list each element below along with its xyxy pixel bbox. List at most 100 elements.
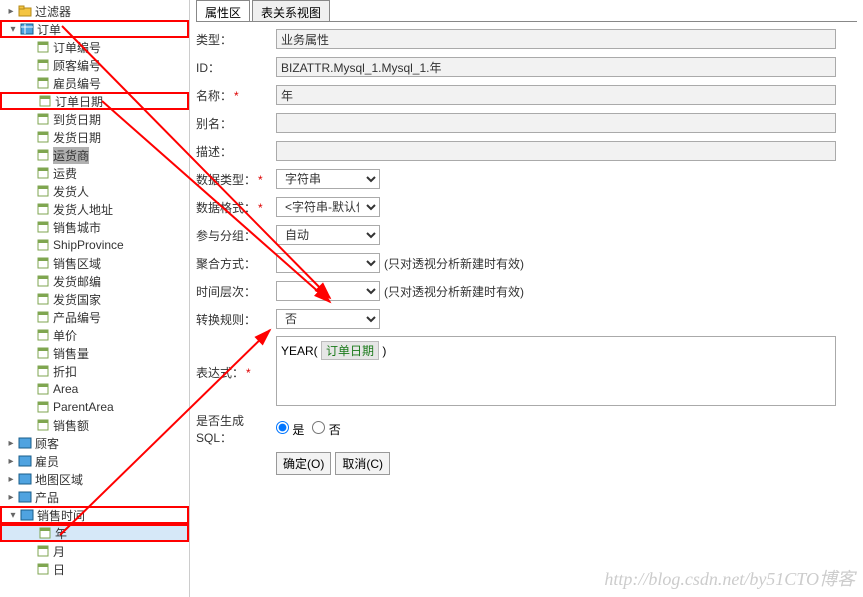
radio-yes[interactable]: 是 bbox=[276, 421, 304, 438]
tree-label: 顾客编号 bbox=[53, 57, 101, 74]
input-id[interactable] bbox=[276, 57, 836, 77]
field-icon bbox=[36, 238, 50, 252]
tree-item-field[interactable]: 到货日期 bbox=[0, 110, 189, 128]
tree-item-field[interactable]: Area bbox=[0, 380, 189, 398]
tree-label: 运货商 bbox=[53, 147, 89, 164]
label-agg: 聚合方式： bbox=[196, 255, 276, 272]
tree-item-filter[interactable]: ▸ 过滤器 bbox=[0, 2, 189, 20]
select-time[interactable] bbox=[276, 281, 380, 301]
tree-item-field[interactable]: 发货国家 bbox=[0, 290, 189, 308]
radio-no[interactable]: 否 bbox=[312, 421, 340, 438]
field-icon bbox=[36, 130, 50, 144]
tree-label: 地图区域 bbox=[35, 471, 83, 488]
tree-item-field[interactable]: 销售额 bbox=[0, 416, 189, 434]
tree-item-field[interactable]: 订单编号 bbox=[0, 38, 189, 56]
tree-item-field[interactable]: 销售城市 bbox=[0, 218, 189, 236]
tree-item-field[interactable]: 销售区域 bbox=[0, 254, 189, 272]
tree-item-field[interactable]: 日 bbox=[0, 560, 189, 578]
tree-item-sale-time[interactable]: ▾ 销售时间 bbox=[0, 506, 189, 524]
field-icon bbox=[36, 544, 50, 558]
label-sql: 是否生成SQL： bbox=[196, 412, 276, 446]
hint-time: (只对透视分析新建时有效) bbox=[384, 283, 524, 300]
tree-label: 产品 bbox=[35, 489, 59, 506]
tree-item-field[interactable]: ShipProvince bbox=[0, 236, 189, 254]
field-icon bbox=[36, 76, 50, 90]
label-group: 参与分组： bbox=[196, 227, 276, 244]
select-dformat[interactable]: <字符串-默认值> bbox=[276, 197, 380, 217]
tab-relation[interactable]: 表关系视图 bbox=[252, 0, 330, 21]
tree-item-field[interactable]: 销售量 bbox=[0, 344, 189, 362]
input-alias[interactable] bbox=[276, 113, 836, 133]
tree-item-field[interactable]: 折扣 bbox=[0, 362, 189, 380]
tree-item-customer[interactable]: ▸ 顾客 bbox=[0, 434, 189, 452]
chevron-down-icon: ▾ bbox=[8, 510, 18, 520]
table-icon bbox=[20, 22, 34, 36]
chevron-right-icon: ▸ bbox=[6, 474, 16, 484]
expr-field-tag[interactable]: 订单日期 bbox=[321, 341, 379, 360]
cancel-button[interactable]: 取消(C) bbox=[335, 452, 390, 475]
folder-icon bbox=[18, 4, 32, 18]
tree-item-field[interactable]: 订单日期 bbox=[0, 92, 189, 110]
input-type[interactable] bbox=[276, 29, 836, 49]
field-icon bbox=[36, 112, 50, 126]
field-icon bbox=[36, 418, 50, 432]
chevron-down-icon: ▾ bbox=[8, 24, 18, 34]
tree-label: 过滤器 bbox=[35, 3, 71, 20]
tree-item-field[interactable]: 顾客编号 bbox=[0, 56, 189, 74]
tree-label: Area bbox=[53, 382, 78, 396]
tree-item-field[interactable]: 产品编号 bbox=[0, 308, 189, 326]
tree-label: 产品编号 bbox=[53, 309, 101, 326]
field-icon bbox=[36, 184, 50, 198]
tree-label: 运费 bbox=[53, 165, 77, 182]
tree-item-product[interactable]: ▸ 产品 bbox=[0, 488, 189, 506]
label-conv: 转换规则： bbox=[196, 311, 276, 328]
tree-item-field[interactable]: 运费 bbox=[0, 164, 189, 182]
tree-item-order[interactable]: ▾ 订单 bbox=[0, 20, 189, 38]
input-desc[interactable] bbox=[276, 141, 836, 161]
label-id: ID： bbox=[196, 59, 276, 76]
chevron-right-icon: ▸ bbox=[6, 492, 16, 502]
field-icon bbox=[36, 166, 50, 180]
select-conv[interactable]: 否 bbox=[276, 309, 380, 329]
tree-item-employee[interactable]: ▸ 雇员 bbox=[0, 452, 189, 470]
field-icon bbox=[36, 148, 50, 162]
tree-label: 订单 bbox=[37, 21, 61, 38]
tree-item-field[interactable]: 运货商 bbox=[0, 146, 189, 164]
tree-label: 销售城市 bbox=[53, 219, 101, 236]
chevron-right-icon: ▸ bbox=[6, 438, 16, 448]
expr-close: ) bbox=[382, 344, 386, 358]
label-name: 名称：* bbox=[196, 87, 276, 104]
expr-box[interactable]: YEAR( 订单日期 ) bbox=[276, 336, 836, 406]
tree-label: 发货国家 bbox=[53, 291, 101, 308]
table-icon bbox=[20, 508, 34, 522]
tree-item-field[interactable]: 发货邮编 bbox=[0, 272, 189, 290]
tree-item-field[interactable]: 雇员编号 bbox=[0, 74, 189, 92]
label-desc: 描述： bbox=[196, 143, 276, 160]
tree-item-field[interactable]: 发货人 bbox=[0, 182, 189, 200]
ok-button[interactable]: 确定(O) bbox=[276, 452, 331, 475]
input-name[interactable] bbox=[276, 85, 836, 105]
tree-item-field[interactable]: 月 bbox=[0, 542, 189, 560]
field-icon bbox=[36, 364, 50, 378]
tree-item-field[interactable]: 发货日期 bbox=[0, 128, 189, 146]
watermark: http://blog.csdn.net/by51CTO博客 bbox=[604, 565, 855, 591]
tab-props[interactable]: 属性区 bbox=[196, 0, 250, 21]
tree-label: 月 bbox=[53, 543, 65, 560]
tree-item-field[interactable]: ParentArea bbox=[0, 398, 189, 416]
field-icon bbox=[36, 310, 50, 324]
tree-label: ParentArea bbox=[53, 400, 114, 414]
select-group[interactable]: 自动 bbox=[276, 225, 380, 245]
select-agg[interactable] bbox=[276, 253, 380, 273]
tree-label: 发货日期 bbox=[53, 129, 101, 146]
tabs: 属性区 表关系视图 bbox=[196, 0, 857, 22]
tree-label: 订单日期 bbox=[55, 93, 103, 110]
tree-item-map-region[interactable]: ▸ 地图区域 bbox=[0, 470, 189, 488]
tree-label: 折扣 bbox=[53, 363, 77, 380]
tree-item-field[interactable]: 发货人地址 bbox=[0, 200, 189, 218]
tree-item-field[interactable]: 年 bbox=[0, 524, 189, 542]
tree-item-field[interactable]: 单价 bbox=[0, 326, 189, 344]
tree-label: 发货人地址 bbox=[53, 201, 113, 218]
select-dtype[interactable]: 字符串 bbox=[276, 169, 380, 189]
label-dformat: 数据格式：* bbox=[196, 199, 276, 216]
label-expr: 表达式：* bbox=[196, 336, 276, 381]
